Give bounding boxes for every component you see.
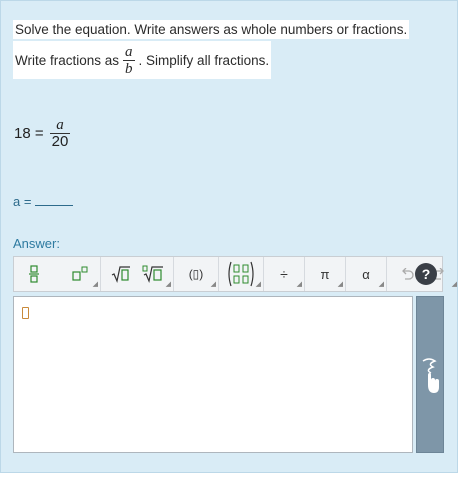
answer-variable-label: a =	[13, 194, 32, 209]
alpha-icon[interactable]: α	[350, 261, 382, 287]
toolbar-group-paren: (▯) ◢	[174, 257, 219, 291]
exponent-icon[interactable]	[64, 261, 96, 287]
toolbar-group-fraction: ◢	[14, 257, 101, 291]
equation-fraction: a 20	[49, 117, 71, 150]
answer-variable-line: a =	[13, 194, 74, 209]
equation: 18 = a 20	[14, 117, 74, 150]
equation-denominator: 20	[51, 133, 69, 150]
fraction-denominator: b	[125, 60, 133, 77]
answer-label: Answer:	[13, 236, 60, 251]
matrix-icon[interactable]	[223, 261, 259, 287]
parentheses-icon[interactable]: (▯)	[178, 261, 214, 287]
equation-numerator: a	[56, 117, 64, 133]
question-panel: Solve the equation. Write answers as who…	[0, 0, 458, 473]
answer-input[interactable]	[13, 296, 413, 453]
handwriting-panel-toggle[interactable]	[416, 296, 444, 453]
answer-blank	[35, 195, 74, 206]
fraction-numerator: a	[125, 43, 133, 60]
handwriting-hand-icon	[422, 357, 439, 393]
math-toolbar: ◢ ◢ (▯) ◢ ◢ ÷ ◢ π ◢ α ◢ ◢ ?	[13, 256, 457, 292]
toolbar-group-divide: ÷ ◢	[264, 257, 305, 291]
divide-icon[interactable]: ÷	[268, 261, 300, 287]
toolbar-group-alpha: α ◢	[346, 257, 387, 291]
fraction-icon[interactable]	[18, 261, 50, 287]
input-cursor-placeholder	[22, 307, 29, 319]
example-fraction: a b	[123, 44, 135, 77]
instruction-line-2: Write fractions as a b . Simplify all fr…	[13, 41, 272, 79]
instruction-line-1: Solve the equation. Write answers as who…	[13, 20, 410, 39]
equation-lhs: 18 =	[14, 125, 44, 142]
toolbar-group-pi: π ◢	[305, 257, 346, 291]
pi-icon[interactable]: π	[309, 261, 341, 287]
instruction-text-end: . Simplify all fractions.	[138, 52, 270, 68]
square-root-icon[interactable]	[105, 261, 137, 287]
instruction-text: Write fractions as	[15, 52, 120, 68]
toolbar-group-matrix: ◢	[219, 257, 264, 291]
nth-root-icon[interactable]	[137, 261, 169, 287]
help-icon[interactable]: ?	[415, 263, 437, 285]
toolbar-group-roots: ◢	[101, 257, 174, 291]
